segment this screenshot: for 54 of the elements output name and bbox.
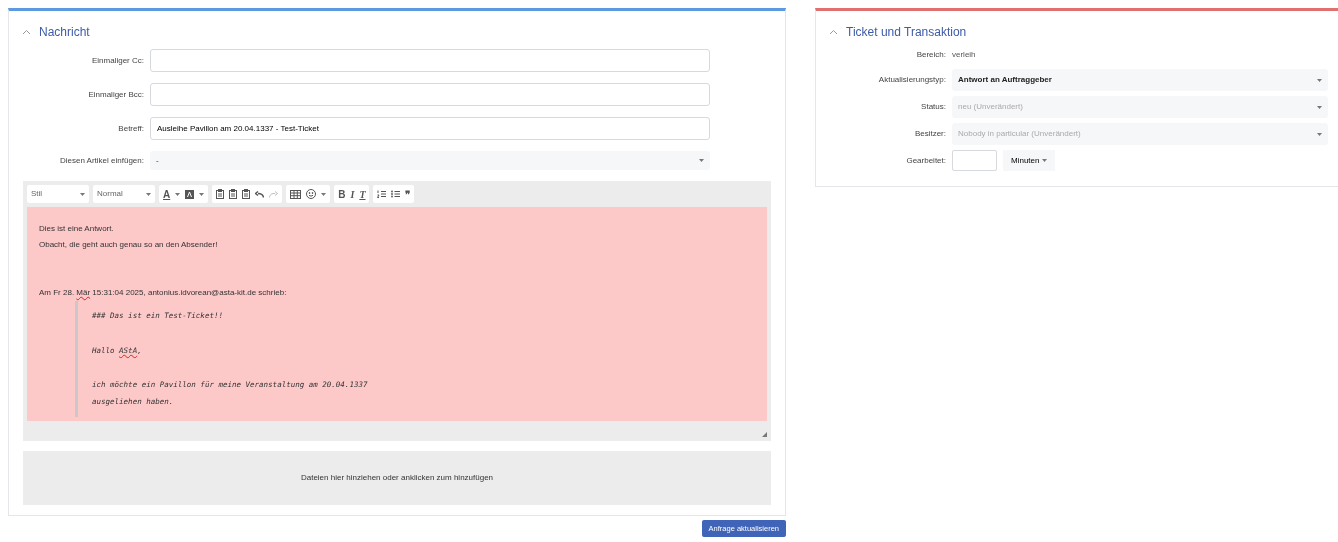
- body-line: Obacht, die geht auch genau so an den Absender!: [39, 239, 219, 251]
- select-field[interactable]: -: [150, 151, 710, 170]
- field-label: Betreff:: [117, 122, 144, 135]
- text-field[interactable]: Ausleihe Pavillon am 20.04.1337 - Test-Ticket: [150, 117, 710, 140]
- file-dropzone[interactable]: Dateien hier hinziehen oder anklicken zum hinzufügen: [23, 451, 771, 505]
- numbered-list-icon[interactable]: [377, 190, 387, 198]
- toolbar-dropdown[interactable]: Stil: [27, 185, 89, 203]
- field-label: Diesen Artikel einfügen:: [58, 154, 144, 167]
- field-label: Aktualisierungstyp:: [877, 74, 946, 86]
- clipboard-icon[interactable]: [229, 189, 238, 199]
- caret-icon: [199, 192, 205, 196]
- clipboard-icon[interactable]: [242, 189, 251, 199]
- smiley-icon[interactable]: [306, 189, 317, 199]
- field-label: Einmaliger Cc:: [91, 54, 144, 67]
- table-icon[interactable]: [290, 189, 302, 199]
- clipboard-icon[interactable]: [216, 189, 225, 199]
- select-field[interactable]: Antwort an Auftraggeber: [952, 69, 1328, 91]
- chevron-up-icon[interactable]: [829, 29, 838, 35]
- select-field: neu (Unverändert): [952, 96, 1328, 118]
- caret-icon: [80, 192, 85, 196]
- text-field[interactable]: [150, 83, 710, 106]
- field-label: Einmaliger Bcc:: [87, 88, 144, 101]
- unit-dropdown[interactable]: Minuten: [1003, 150, 1056, 171]
- caret-icon: [1317, 105, 1322, 109]
- background-color-icon[interactable]: [185, 189, 195, 199]
- caret-icon: [1317, 78, 1322, 82]
- field-label: Status:: [920, 101, 946, 113]
- bold-button[interactable]: B: [338, 186, 346, 202]
- field-label: Bereich:: [915, 49, 946, 61]
- field-value: verleih: [952, 49, 976, 61]
- body-line: Dies ist eine Antwort.: [39, 223, 115, 235]
- text-field[interactable]: [150, 49, 710, 72]
- font-color-button[interactable]: A: [163, 186, 171, 202]
- field-label: Besitzer:: [913, 128, 946, 140]
- panel-title: Nachricht: [39, 24, 90, 41]
- caret-icon: [699, 159, 704, 162]
- resize-grip-icon[interactable]: [762, 432, 767, 437]
- select-field: Nobody in particular (Unverändert): [952, 123, 1328, 145]
- bullet-list-icon[interactable]: [391, 190, 401, 198]
- italic-button[interactable]: I: [350, 186, 355, 202]
- toolbar-dropdown[interactable]: Normal: [93, 185, 155, 203]
- time-worked-field[interactable]: [952, 150, 997, 171]
- remove-format-button[interactable]: T: [359, 186, 366, 202]
- quote-button[interactable]: ❞: [405, 186, 411, 202]
- caret-icon: [1317, 132, 1322, 136]
- caret-icon: [146, 192, 151, 196]
- panel-title: Ticket und Transaktion: [846, 24, 967, 41]
- caret-icon: [1042, 159, 1048, 162]
- chevron-up-icon[interactable]: [22, 29, 31, 35]
- caret-icon: [175, 192, 181, 196]
- field-label: Gearbeitet:: [905, 154, 946, 167]
- undo-icon[interactable]: [255, 190, 265, 198]
- body-line: Am Fr 28. Mär 15:31:04 2025, antonius.idvorean@asta-kit.de schrieb:: [39, 287, 288, 299]
- caret-icon: [321, 192, 327, 196]
